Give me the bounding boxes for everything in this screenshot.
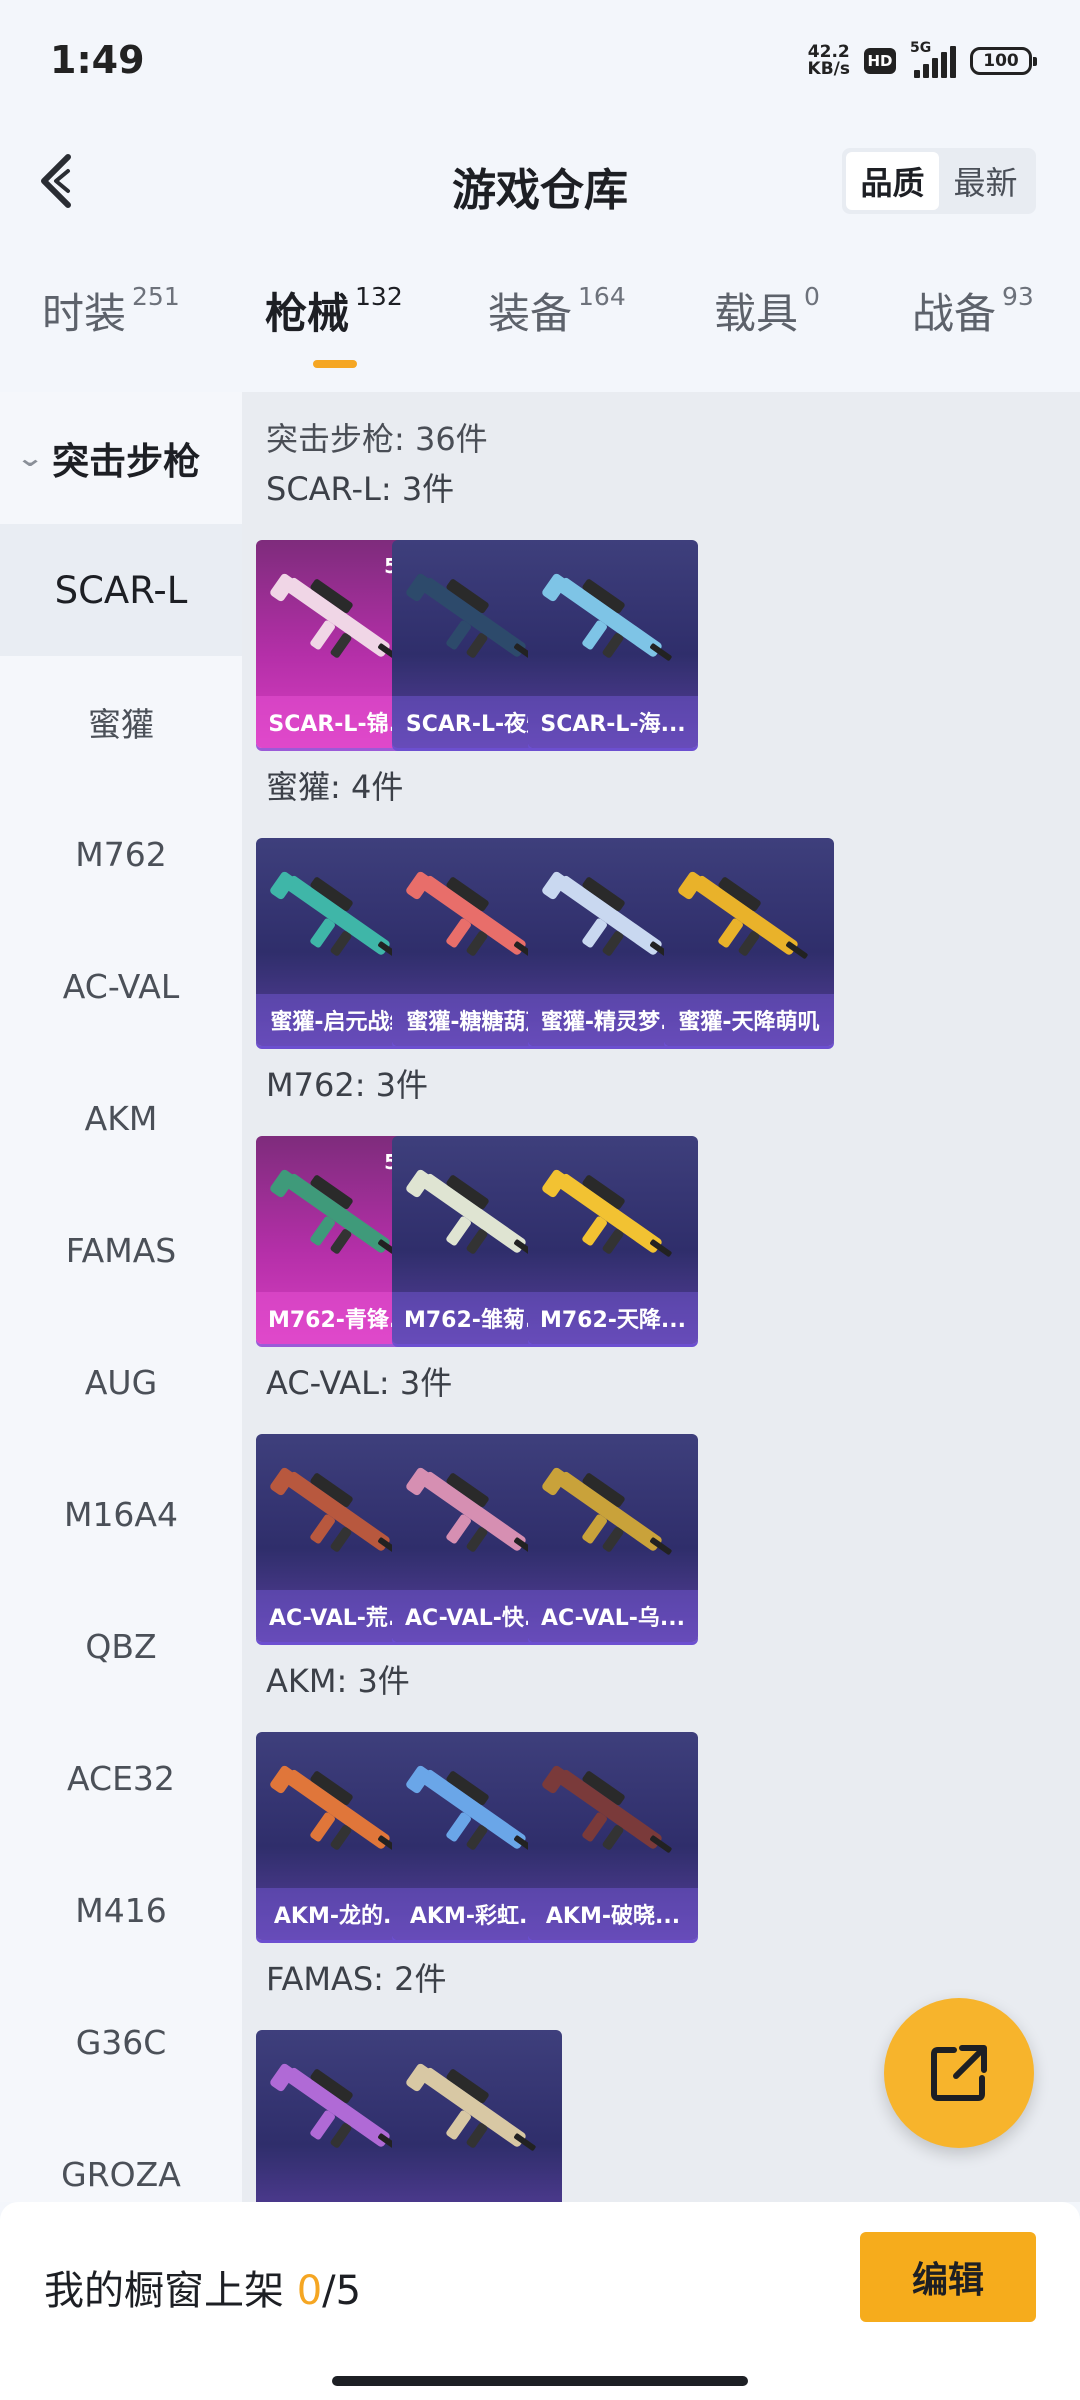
tab-equipment[interactable]: 装备 164 (488, 280, 626, 341)
sidebar-item[interactable]: SCAR-L (0, 524, 242, 656)
tab-count: 164 (578, 282, 626, 311)
signal-icon: 5G (910, 40, 956, 78)
battery-icon: 100 (970, 47, 1037, 75)
sort-toggle: 品质 最新 (842, 148, 1036, 214)
tab-count: 0 (804, 282, 820, 311)
external-link-icon (931, 2045, 987, 2101)
skin-card[interactable]: AKM-破晓... (528, 1732, 698, 1940)
showcase-total: /5 (322, 2268, 362, 2314)
tab-label: 战备 (912, 289, 997, 338)
category-total: 突击步枪: 36件 (266, 420, 488, 458)
rifle-icon (406, 2063, 536, 2151)
sidebar-list: SCAR-L 蜜獾 M762 AC-VAL AKM FAMAS AUG M16A4 QBZ ACE… (0, 524, 242, 2202)
sort-newest-option[interactable]: 最新 (939, 152, 1032, 210)
sidebar-item[interactable]: AUG (0, 1316, 242, 1448)
tab-count: 251 (132, 282, 180, 311)
skin-name: M762-天降... (528, 1292, 698, 1344)
status-time: 1:49 (50, 38, 145, 82)
sidebar-item[interactable]: 蜜獾 (0, 656, 242, 788)
rifle-icon (542, 573, 672, 661)
section-title: AKM: 3件 (266, 1662, 410, 1700)
sidebar-group-label: 突击步枪 (52, 440, 201, 483)
bottom-bar: 我的橱窗上架 0/5 编辑 (0, 2202, 1080, 2400)
section-title: AC-VAL: 3件 (266, 1364, 453, 1402)
sidebar-item[interactable]: AKM (0, 1052, 242, 1184)
section-title: 蜜獾: 4件 (266, 768, 404, 806)
home-indicator[interactable] (332, 2376, 748, 2386)
sidebar-item[interactable]: G36C (0, 1976, 242, 2108)
sort-quality-option[interactable]: 品质 (846, 152, 939, 210)
showcase-label: 我的橱窗上架 (44, 2268, 284, 2314)
sidebar-item[interactable]: M416 (0, 1844, 242, 1976)
weapon-sidebar: ⌄ 突击步枪 SCAR-L 蜜獾 M762 AC-VAL AKM FAMAS AUG M16A… (0, 392, 242, 2202)
skin-name: 蜜獾-天降萌叽 (664, 994, 834, 1046)
rifle-icon (542, 1765, 672, 1853)
skin-card[interactable] (392, 2030, 562, 2202)
skin-name: SCAR-L-海... (528, 696, 698, 748)
skin-card[interactable]: M762-天降... (528, 1136, 698, 1344)
tab-label: 装备 (488, 289, 573, 338)
sidebar-group-assault-rifles[interactable]: ⌄ 突击步枪 (0, 392, 242, 524)
skin-name: AC-VAL-乌... (528, 1590, 698, 1642)
tab-count: 93 (1002, 282, 1034, 311)
sidebar-item[interactable]: FAMAS (0, 1184, 242, 1316)
tab-label: 枪械 (265, 289, 350, 338)
skin-card[interactable]: AC-VAL-乌... (528, 1434, 698, 1642)
sidebar-item[interactable]: M16A4 (0, 1448, 242, 1580)
active-tab-indicator (313, 360, 357, 368)
sidebar-item[interactable]: ACE32 (0, 1712, 242, 1844)
tab-label: 时装 (42, 289, 127, 338)
network-type: 5G (910, 40, 932, 56)
status-indicators: 42.2 KB/s HD 5G 100 (808, 40, 1037, 78)
network-speed: 42.2 KB/s (808, 44, 850, 78)
section-title: SCAR-L: 3件 (266, 470, 455, 508)
weapon-content: 突击步枪: 36件 SCAR-L: 3件5级SCAR-L-锦...SCAR-L-… (242, 392, 1080, 2202)
sidebar-item[interactable]: GROZA (0, 2108, 242, 2202)
hd-icon: HD (864, 48, 896, 74)
edit-button[interactable]: 编辑 (860, 2232, 1036, 2322)
share-button[interactable] (884, 1998, 1034, 2148)
section-title: FAMAS: 2件 (266, 1960, 447, 1998)
tab-vehicles[interactable]: 载具 0 (714, 280, 820, 341)
sidebar-item[interactable]: AC-VAL (0, 920, 242, 1052)
network-speed-unit: KB/s (807, 59, 850, 79)
skin-card[interactable]: 蜜獾-天降萌叽 (664, 838, 834, 1046)
tab-fashion[interactable]: 时装 251 (42, 280, 180, 341)
showcase-status: 我的橱窗上架 0/5 (44, 2258, 361, 2316)
status-bar: 1:49 42.2 KB/s HD 5G 100 (0, 0, 1080, 130)
rifle-icon (678, 871, 808, 959)
sidebar-item[interactable]: QBZ (0, 1580, 242, 1712)
tab-count: 132 (355, 282, 403, 311)
tab-firearms[interactable]: 枪械 132 (265, 280, 403, 341)
sidebar-item[interactable]: M762 (0, 788, 242, 920)
chevron-down-icon: ⌄ (15, 444, 45, 472)
tab-label: 载具 (714, 289, 799, 338)
showcase-current: 0 (296, 2268, 323, 2314)
rifle-icon (542, 1467, 672, 1555)
skin-name: AKM-破晓... (528, 1888, 698, 1940)
rifle-icon (542, 1169, 672, 1257)
section-title: M762: 3件 (266, 1066, 429, 1104)
skin-card[interactable]: SCAR-L-海... (528, 540, 698, 748)
category-tabs: 时装 251 枪械 132 装备 164 载具 0 战备 93 (0, 280, 1080, 390)
tab-supplies[interactable]: 战备 93 (912, 280, 1034, 341)
header: 游戏仓库 品质 最新 (0, 130, 1080, 235)
